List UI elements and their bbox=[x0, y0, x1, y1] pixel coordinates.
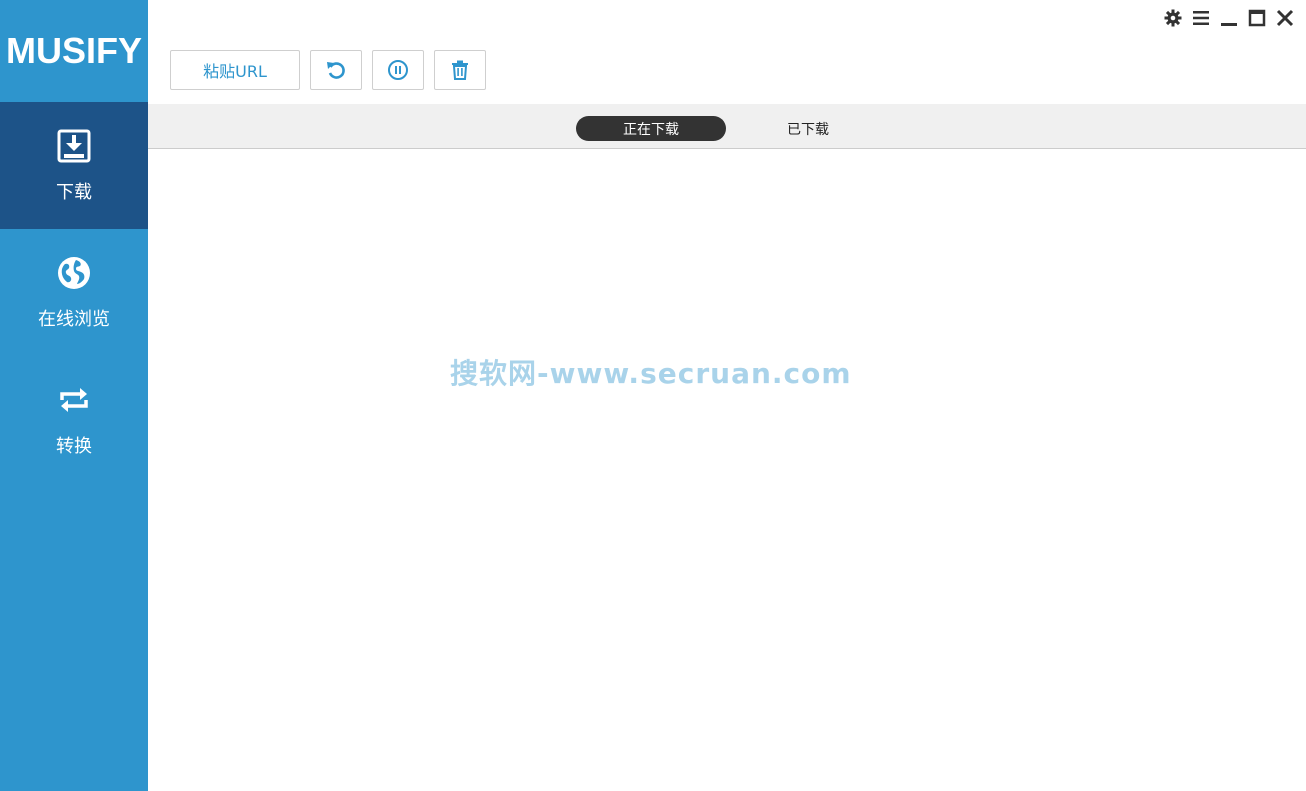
refresh-icon bbox=[327, 62, 345, 79]
sidebar-item-label: 下载 bbox=[56, 181, 92, 203]
trash-icon bbox=[452, 60, 468, 80]
close-icon bbox=[1276, 9, 1294, 27]
maximize-icon bbox=[1248, 9, 1266, 27]
tab-bar: 正在下载 已下载 bbox=[148, 104, 1306, 149]
gear-icon bbox=[1164, 9, 1182, 27]
delete-button[interactable] bbox=[434, 50, 486, 90]
tab-downloaded[interactable]: 已下载 bbox=[748, 116, 868, 141]
pause-icon bbox=[388, 60, 408, 80]
sidebar-item-label: 在线浏览 bbox=[38, 308, 110, 330]
paste-url-button[interactable]: 粘贴URL bbox=[170, 50, 300, 90]
minimize-icon bbox=[1221, 23, 1237, 26]
menu-button[interactable] bbox=[1192, 8, 1210, 28]
convert-icon bbox=[60, 387, 88, 412]
download-list: 搜软网-www.secruan.com bbox=[148, 149, 1306, 791]
download-icon bbox=[57, 129, 91, 162]
maximize-button[interactable] bbox=[1248, 8, 1266, 28]
tab-downloading[interactable]: 正在下载 bbox=[576, 116, 726, 141]
globe-icon bbox=[58, 256, 90, 289]
sidebar-item-convert[interactable]: 转换 bbox=[0, 356, 148, 483]
refresh-button[interactable] bbox=[310, 50, 362, 90]
sidebar-item-browse[interactable]: 在线浏览 bbox=[0, 229, 148, 356]
app-logo: MUSIFY bbox=[5, 30, 142, 71]
minimize-button[interactable] bbox=[1220, 8, 1238, 28]
sidebar: MUSIFY 下载 在线浏览 转换 bbox=[0, 0, 148, 791]
watermark: 搜软网-www.secruan.com bbox=[450, 357, 852, 390]
menu-icon bbox=[1193, 11, 1209, 25]
toolbar: 粘贴URL bbox=[170, 50, 486, 90]
close-button[interactable] bbox=[1276, 8, 1294, 28]
sidebar-item-download[interactable]: 下载 bbox=[0, 102, 148, 229]
settings-button[interactable] bbox=[1164, 8, 1182, 28]
window-controls bbox=[1164, 8, 1294, 28]
sidebar-item-label: 转换 bbox=[56, 435, 92, 457]
pause-button[interactable] bbox=[372, 50, 424, 90]
